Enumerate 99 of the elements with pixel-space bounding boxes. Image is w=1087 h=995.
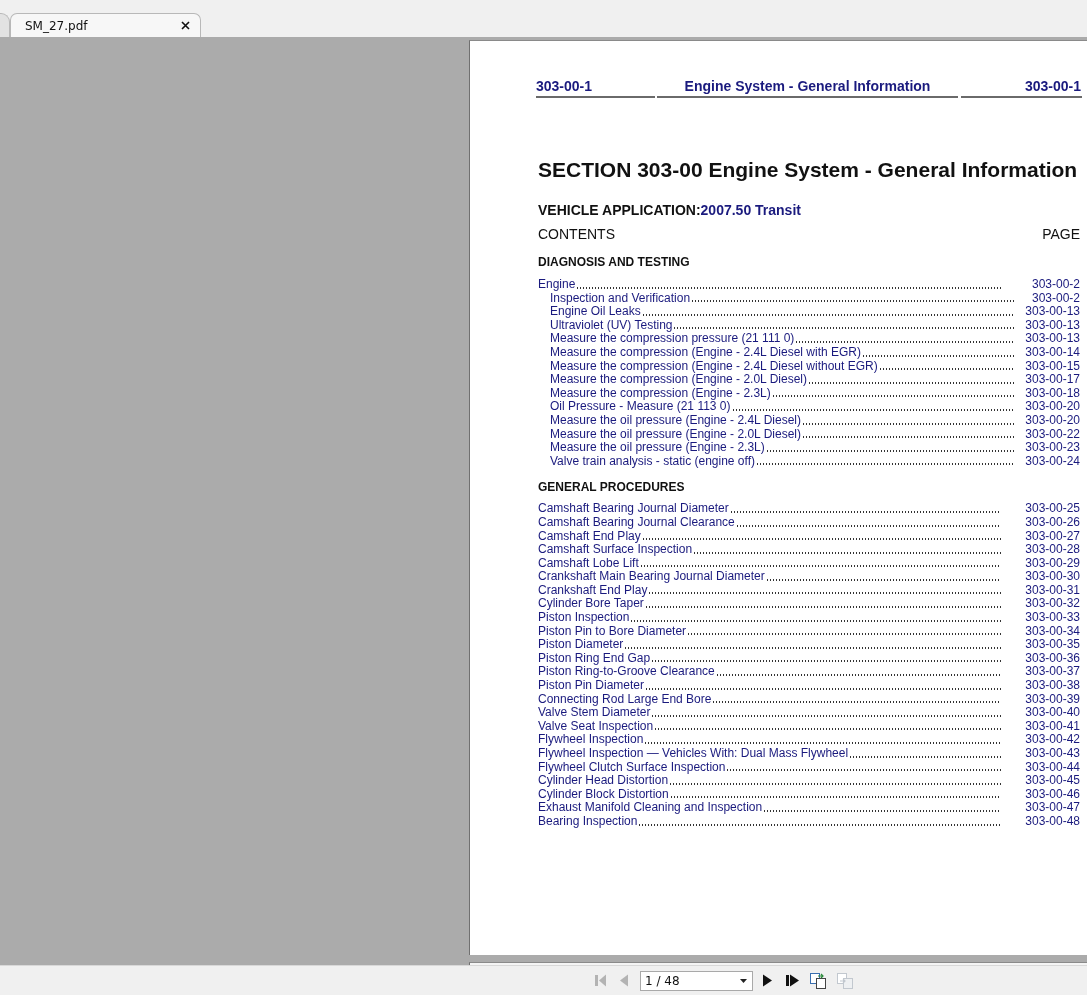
toc-entry[interactable]: Valve Seat Inspection: [538, 719, 654, 734]
page-number: 303-00-38: [1024, 679, 1080, 693]
toc-entry[interactable]: Exhaust Manifold Cleaning and Inspection: [538, 801, 763, 815]
page-number: 303-00-32: [1024, 597, 1080, 612]
caret-icon[interactable]: [740, 978, 747, 983]
toc-entry[interactable]: Measure the compression (Engine - 2.4L Diesel without EGR): [550, 359, 878, 374]
page-number: 303-00-44: [1024, 760, 1080, 775]
page-number: 303-00-20: [1024, 400, 1080, 414]
toc-entry[interactable]: Cylinder Block Distortion: [538, 787, 669, 802]
page-number: 303-00-37: [1024, 665, 1080, 680]
page-number: 303-00-47: [1024, 801, 1080, 815]
toc-entry[interactable]: Valve train analysis - static (engine off): [550, 454, 755, 469]
tab[interactable]: SM_27.pdf: [10, 13, 201, 37]
page-number: 303-00-31: [1024, 583, 1080, 598]
toc-entry[interactable]: Piston Inspection: [538, 611, 630, 625]
page-number: 303-00-35: [1024, 638, 1080, 652]
toc-entry[interactable]: Flywheel Clutch Surface Inspection: [538, 760, 726, 775]
page-number: 303-00-41: [1024, 719, 1080, 734]
page-number: 303-00-2: [1030, 291, 1080, 306]
page-number: 303-00-2: [1030, 278, 1080, 292]
close-icon[interactable]: [181, 21, 190, 30]
triangle-right-icon: [763, 974, 772, 987]
page-number: 303-00-18: [1024, 386, 1080, 401]
header-title: Engine System - General Information: [657, 77, 958, 98]
vehicle-application-label: VEHICLE APPLICATION:: [538, 202, 701, 218]
toc-entry[interactable]: Piston Pin to Bore Diameter: [538, 624, 687, 639]
toc-entry[interactable]: Measure the compression (Engine - 2.3L): [550, 386, 771, 401]
next-page-button[interactable]: [763, 974, 772, 987]
toc-entry[interactable]: Camshaft Bearing Journal Clearance: [538, 515, 735, 530]
contents-label: CONTENTS: [538, 225, 615, 243]
page-number: 303-00-24: [1024, 454, 1080, 469]
pages-arrows-icon: [810, 972, 826, 989]
page-number: 303-00-27: [1024, 529, 1080, 544]
last-page-button[interactable]: [786, 974, 799, 987]
toc-entry[interactable]: Piston Pin Diameter: [538, 679, 645, 693]
toc-entry[interactable]: Valve Stem Diameter: [538, 706, 651, 720]
page-number: 303-00-29: [1024, 556, 1080, 571]
page-number: 303-00-13: [1024, 318, 1080, 333]
section-heading: DIAGNOSIS AND TESTING: [538, 254, 691, 270]
toc-entry[interactable]: Measure the compression pressure (21 111 0): [550, 332, 795, 346]
toc-entry[interactable]: Cylinder Head Distortion: [538, 774, 669, 788]
toc-entry[interactable]: Inspection and Verification: [550, 291, 691, 306]
page-number: 303-00-39: [1024, 692, 1080, 707]
toc-entry[interactable]: Oil Pressure - Measure (21 113 0): [550, 400, 731, 414]
toc-entry[interactable]: Bearing Inspection: [538, 814, 638, 829]
page-number: 303-00-23: [1024, 441, 1080, 455]
toc-entry[interactable]: Flywheel Inspection: [538, 733, 644, 747]
toc-entry[interactable]: Engine: [538, 278, 576, 292]
toc-entry[interactable]: Piston Diameter: [538, 638, 624, 652]
page-number: 303-00-48: [1024, 814, 1080, 829]
section-heading: GENERAL PROCEDURES: [538, 479, 686, 496]
toc-entry[interactable]: Measure the oil pressure (Engine - 2.4L Diesel): [550, 413, 801, 428]
toc-entry[interactable]: Piston Ring End Gap: [538, 651, 651, 666]
page-number: 303-00-34: [1024, 624, 1080, 639]
toc-entry[interactable]: Ultraviolet (UV) Testing: [550, 318, 673, 333]
toc-entry[interactable]: Flywheel Inspection — Vehicles With: Dual Mass Flywheel: [538, 747, 849, 761]
toc-entry[interactable]: Crankshaft End Play: [538, 583, 648, 598]
toc-entry[interactable]: Camshaft Lobe Lift: [538, 556, 639, 571]
page-number: 303-00-40: [1024, 706, 1080, 720]
page-number: 303-00-13: [1024, 305, 1080, 319]
toc-entry[interactable]: Piston Ring-to-Groove Clearance: [538, 665, 715, 680]
page-number: 303-00-46: [1024, 787, 1080, 802]
page-number: 303-00-42: [1024, 733, 1080, 747]
page-number: 303-00-13: [1024, 332, 1080, 346]
page-number: 303-00-30: [1024, 570, 1080, 584]
toc-entry[interactable]: Camshaft End Play: [538, 529, 641, 544]
toc-entry[interactable]: Connecting Rod Large End Bore: [538, 692, 712, 707]
page-number-field[interactable]: 1 / 48: [640, 970, 753, 991]
toc-entry[interactable]: Measure the compression (Engine - 2.4L Diesel with EGR): [550, 345, 862, 360]
toc-entry[interactable]: Camshaft Bearing Journal Diameter: [538, 502, 729, 516]
page-number: 303-00-20: [1024, 413, 1080, 428]
toc-entry[interactable]: Engine Oil Leaks: [550, 305, 641, 319]
toc-entry[interactable]: Camshaft Surface Inspection: [538, 543, 693, 557]
section-title: SECTION 303-00 Engine System - General Information: [538, 157, 1079, 183]
header-page-number: 303-00-1: [536, 77, 655, 98]
page-number: 303-00-45: [1024, 774, 1080, 788]
page-number: 303-00-43: [1024, 747, 1080, 761]
page-number: 303-00-28: [1024, 543, 1080, 557]
page-number: 303-00-26: [1024, 515, 1080, 530]
skip-forward-icon: [786, 974, 799, 987]
page-tool-button[interactable]: [810, 972, 826, 989]
header-page-number: 303-00-1: [961, 77, 1082, 98]
page-number: 303-00-33: [1024, 611, 1080, 625]
toc-entry[interactable]: Measure the oil pressure (Engine - 2.3L): [550, 441, 765, 455]
toc-entry[interactable]: Measure the compression (Engine - 2.0L Diesel): [550, 373, 807, 387]
triangle-left-icon: [620, 974, 628, 987]
page-number: 303-00-17: [1024, 373, 1080, 387]
page-number: 303-00-36: [1024, 651, 1080, 666]
page-column-label: PAGE: [1042, 225, 1080, 243]
toc-entry[interactable]: Measure the oil pressure (Engine - 2.0L Diesel): [550, 427, 801, 442]
toc-entry[interactable]: Cylinder Bore Taper: [538, 597, 644, 612]
vehicle-application-value: 2007.50 Transit: [700, 202, 801, 218]
page-number: 303-00-22: [1024, 427, 1080, 442]
pages-icon: [837, 972, 853, 989]
page-number: 303-00-15: [1024, 359, 1080, 374]
page-number: 303-00-14: [1024, 345, 1080, 360]
page-number: 303-00-25: [1024, 502, 1080, 516]
toc-entry[interactable]: Crankshaft Main Bearing Journal Diameter: [538, 570, 765, 584]
skip-back-icon: [595, 974, 606, 987]
